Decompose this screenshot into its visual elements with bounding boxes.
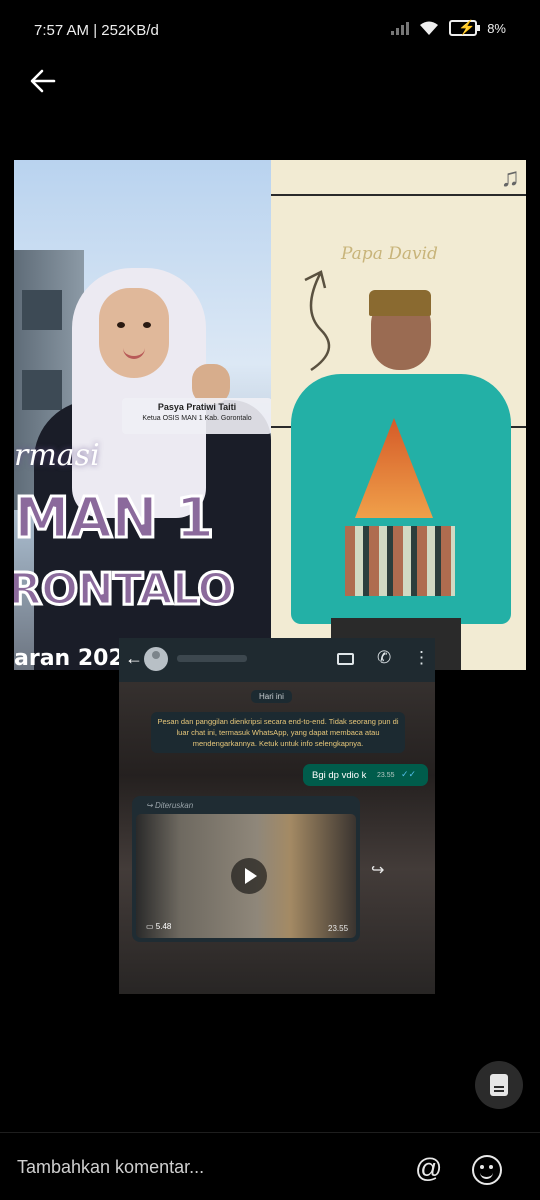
- emoji-icon[interactable]: [472, 1155, 502, 1185]
- play-icon: [231, 858, 267, 894]
- status-time: 7:57 AM | 252KB/d: [34, 22, 159, 39]
- wa-video-thumbnail: ▭ 5.48 23.55: [136, 814, 356, 938]
- name-card-title: Ketua OSIS MAN 1 Kab. Gorontalo: [142, 415, 252, 422]
- wa-header: ← ✆ ⋮: [119, 638, 435, 682]
- signal-icon: [391, 21, 410, 35]
- wa-avatar: [144, 647, 168, 671]
- whatsapp-screenshot: ← ✆ ⋮ Hari ini Pesan dan panggilan dienk…: [119, 638, 435, 994]
- document-button[interactable]: [475, 1061, 523, 1109]
- wa-date-label: Hari ini: [251, 690, 292, 703]
- music-note-icon: ♫: [500, 162, 521, 192]
- wa-encryption-notice: Pesan dan panggilan dienkripsi secara en…: [151, 712, 405, 753]
- man-hat: [369, 290, 431, 316]
- wa-forward-icon: ↪: [371, 862, 385, 879]
- status-icons: ⚡ 8%: [391, 19, 506, 36]
- wa-message-time: 23.55: [377, 772, 395, 779]
- divider-line: [271, 194, 526, 196]
- wa-menu-icon: ⋮: [413, 648, 430, 667]
- wa-back-icon: ←: [125, 648, 143, 668]
- battery-charging-icon: ⚡: [449, 19, 481, 36]
- status-bar: 7:57 AM | 252KB/d ⚡ 8%: [0, 0, 540, 60]
- wa-message-text: Bgi dp vdio k: [312, 770, 367, 781]
- wa-video-duration: ▭ 5.48: [146, 922, 172, 931]
- wifi-icon: [420, 21, 439, 35]
- name-card-name: Pasya Pratiwi Taiti: [157, 402, 237, 412]
- document-icon: [490, 1074, 508, 1096]
- right-photo-panel: ♫ Papa David: [271, 160, 526, 670]
- wa-forwarded-video: ↪ Diteruskan ▭ 5.48 23.55: [132, 796, 360, 942]
- wa-contact-name-redacted: [177, 655, 247, 662]
- back-arrow-icon[interactable]: [26, 64, 60, 98]
- wa-forwarded-text: Diteruskan: [154, 801, 194, 810]
- wa-outgoing-message: Bgi dp vdio k 23.55 ✓✓: [303, 764, 428, 786]
- photo-caption: Papa David: [341, 244, 438, 264]
- mention-icon[interactable]: @: [415, 1153, 442, 1184]
- overlay-big-text: MAN 1: [14, 485, 216, 553]
- wa-video-duration-text: 5.48: [155, 922, 172, 931]
- name-card: Pasya Pratiwi Taiti Ketua OSIS MAN 1 Kab…: [122, 398, 272, 434]
- overlay-script-text: rmasi: [14, 438, 100, 473]
- shirt-figures: [345, 526, 455, 596]
- comment-input[interactable]: Tambahkan komentar...: [17, 1157, 204, 1178]
- comment-bar: Tambahkan komentar... @: [0, 1132, 540, 1200]
- wa-read-check-icon: ✓✓: [401, 769, 417, 779]
- face: [99, 288, 169, 378]
- left-photo-panel: Pasya Pratiwi Taiti Ketua OSIS MAN 1 Kab…: [14, 160, 272, 670]
- wa-forwarded-label: ↪ Diteruskan: [146, 801, 194, 810]
- wa-video-call-icon: [337, 653, 354, 665]
- wa-video-time: 23.55: [328, 924, 349, 933]
- wa-phone-icon: ✆: [377, 648, 392, 667]
- overlay-big-text-2: RONTALO: [14, 563, 236, 617]
- battery-percent: 8%: [487, 20, 506, 36]
- shared-image[interactable]: Pasya Pratiwi Taiti Ketua OSIS MAN 1 Kab…: [14, 160, 526, 670]
- arrow-swirl-decoration: [304, 270, 331, 372]
